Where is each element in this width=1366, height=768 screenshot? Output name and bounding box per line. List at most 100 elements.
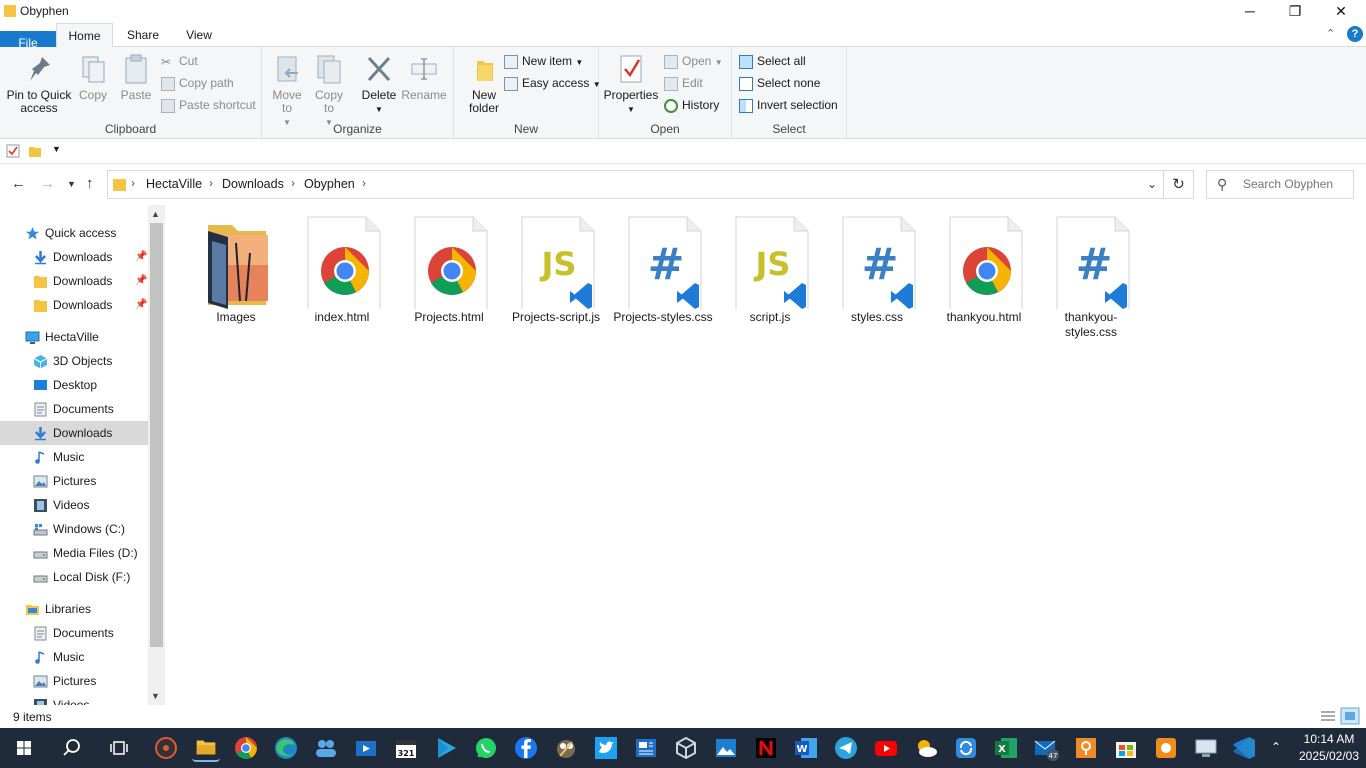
properties-button[interactable]: Properties ▼: [603, 53, 659, 116]
cut-button[interactable]: ✂ Cut: [161, 51, 198, 71]
netflix-icon[interactable]: [752, 734, 780, 762]
file-item[interactable]: Images: [184, 213, 288, 325]
nav-quick-access[interactable]: Quick access: [0, 221, 148, 245]
file-item[interactable]: Projects.html: [397, 213, 501, 325]
word-icon[interactable]: W: [792, 734, 820, 762]
vscode-icon[interactable]: [1230, 734, 1258, 762]
address-bar[interactable]: › HectaVille › Downloads › Obyphen › ⌄: [107, 170, 1164, 199]
breadcrumb-obyphen[interactable]: Obyphen: [304, 177, 355, 191]
forward-arrow-icon[interactable]: →: [40, 175, 55, 192]
presenter-icon[interactable]: [1152, 734, 1180, 762]
maximize-button[interactable]: ❐: [1272, 0, 1318, 23]
history-button[interactable]: History: [664, 95, 719, 115]
clock-time[interactable]: 10:14 AM: [1300, 732, 1358, 746]
large-icons-view-icon[interactable]: [1340, 707, 1360, 725]
people-icon[interactable]: [312, 734, 340, 762]
nav-desktop[interactable]: Desktop: [0, 373, 148, 397]
nav-scrollbar[interactable]: ▲ ▼: [148, 205, 165, 705]
maps-icon[interactable]: [1072, 734, 1100, 762]
nav-lib-videos[interactable]: Videos: [0, 693, 148, 705]
pin-icon[interactable]: 📌: [135, 269, 147, 293]
edge-icon[interactable]: [272, 734, 300, 762]
chevron-right-icon[interactable]: ›: [209, 176, 213, 190]
gimp-icon[interactable]: [552, 734, 580, 762]
scroll-down-icon[interactable]: ▼: [151, 691, 160, 701]
recent-locations-icon[interactable]: ▼: [67, 179, 76, 189]
select-none-button[interactable]: Select none: [739, 73, 820, 93]
nav-drive-d[interactable]: Media Files (D:): [0, 541, 148, 565]
nav-quick-downloads[interactable]: Downloads 📌: [0, 245, 148, 269]
back-arrow-icon[interactable]: ←: [11, 175, 26, 192]
tab-share[interactable]: Share: [118, 23, 168, 47]
nav-libraries[interactable]: Libraries: [0, 597, 148, 621]
nav-lib-documents[interactable]: Documents: [0, 621, 148, 645]
close-button[interactable]: ✕: [1318, 0, 1364, 23]
copy-to-button[interactable]: Copy to ▼: [312, 53, 346, 129]
search-input[interactable]: [1243, 177, 1349, 191]
nav-drive-f[interactable]: Local Disk (F:): [0, 565, 148, 589]
youtube-icon[interactable]: [872, 734, 900, 762]
photos-icon[interactable]: [712, 734, 740, 762]
details-view-icon[interactable]: [1318, 707, 1338, 725]
file-item[interactable]: # styles.css: [825, 213, 929, 325]
properties-qat-icon[interactable]: [6, 144, 20, 158]
customize-qat-icon[interactable]: ▼: [52, 144, 61, 154]
movies-icon[interactable]: [352, 734, 380, 762]
task-view-icon[interactable]: [105, 734, 133, 762]
paste-button[interactable]: Paste: [118, 53, 154, 102]
tab-home[interactable]: Home: [56, 23, 113, 48]
clock-date[interactable]: 2025/02/03: [1298, 749, 1360, 763]
nav-quick-downloads-2[interactable]: Downloads 📌: [0, 269, 148, 293]
paste-shortcut-button[interactable]: Paste shortcut: [161, 95, 256, 115]
edit-button[interactable]: Edit: [664, 73, 703, 93]
mail-icon[interactable]: 47: [1032, 734, 1060, 762]
media-player-icon[interactable]: [152, 734, 180, 762]
delete-button[interactable]: Delete ▼: [358, 53, 400, 116]
copy-path-button[interactable]: Copy path: [161, 73, 234, 93]
file-item[interactable]: JS script.js: [718, 213, 822, 325]
calendar-icon[interactable]: 321: [392, 734, 420, 762]
nav-quick-downloads-3[interactable]: Downloads 📌: [0, 293, 148, 317]
nav-downloads[interactable]: Downloads: [0, 421, 148, 445]
invert-selection-button[interactable]: Invert selection: [739, 95, 838, 115]
news-icon[interactable]: [632, 734, 660, 762]
chevron-right-icon[interactable]: ›: [291, 176, 295, 190]
up-arrow-icon[interactable]: ↑: [86, 175, 94, 192]
open-button[interactable]: Open ▼: [664, 51, 723, 71]
nav-3d-objects[interactable]: 3D Objects: [0, 349, 148, 373]
facebook-icon[interactable]: [512, 734, 540, 762]
refresh-icon[interactable]: ↻: [1164, 170, 1194, 199]
select-all-button[interactable]: Select all: [739, 51, 806, 71]
show-hidden-icons-icon[interactable]: ⌃: [1271, 740, 1281, 754]
tab-view[interactable]: View: [176, 23, 222, 47]
new-folder-button[interactable]: New folder: [460, 53, 508, 115]
virtualbox-icon[interactable]: [672, 734, 700, 762]
breadcrumb-downloads[interactable]: Downloads: [222, 177, 284, 191]
nav-drive-c[interactable]: Windows (C:): [0, 517, 148, 541]
nav-this-pc[interactable]: HectaVille: [0, 325, 148, 349]
help-icon[interactable]: ?: [1347, 26, 1363, 42]
chrome-icon[interactable]: [232, 734, 260, 762]
whatsapp-icon[interactable]: [472, 734, 500, 762]
new-item-button[interactable]: New item ▼: [504, 51, 583, 71]
network-icon[interactable]: [1192, 734, 1220, 762]
windows-start-icon[interactable]: [10, 734, 38, 762]
weather-icon[interactable]: [912, 734, 940, 762]
file-item[interactable]: JS Projects-script.js: [504, 213, 608, 325]
scroll-up-icon[interactable]: ▲: [151, 209, 160, 219]
easy-access-button[interactable]: Easy access ▼: [504, 73, 601, 93]
nav-lib-music[interactable]: Music: [0, 645, 148, 669]
pin-icon[interactable]: 📌: [135, 293, 147, 317]
nav-lib-pictures[interactable]: Pictures: [0, 669, 148, 693]
minimize-button[interactable]: ─: [1227, 0, 1273, 23]
move-to-button[interactable]: Move to ▼: [270, 53, 304, 129]
breadcrumb-hectaville[interactable]: HectaVille: [146, 177, 202, 191]
play-store-icon[interactable]: [432, 734, 460, 762]
chevron-down-icon[interactable]: ⌄: [1147, 177, 1157, 191]
new-folder-qat-icon[interactable]: [28, 144, 42, 158]
file-item[interactable]: # Projects-styles.css: [611, 213, 715, 325]
excel-icon[interactable]: X: [992, 734, 1020, 762]
file-item[interactable]: thankyou.html: [932, 213, 1036, 325]
scroll-thumb[interactable]: [150, 223, 163, 647]
twitter-icon[interactable]: [592, 734, 620, 762]
